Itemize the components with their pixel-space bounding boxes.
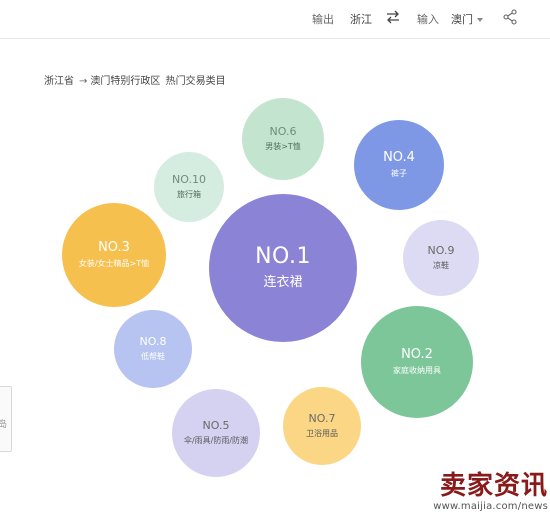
bubble-rank: NO.9 [427,243,455,257]
bubble-rank: NO.4 [383,149,415,165]
watermark-url: www.maijia.com/news [433,501,548,512]
bubble-rank-6[interactable]: NO.6 男装>T恤 [242,98,324,180]
bubble-rank: NO.2 [401,346,433,362]
bubble-category: 低帮鞋 [141,351,165,361]
bubble-category: 女装/女士精品>T恤 [78,258,150,268]
bubble-rank-7[interactable]: NO.7 卫浴用品 [283,387,361,465]
bubble-rank-4[interactable]: NO.4 裤子 [354,120,444,210]
side-panel-label: 岛 [0,420,8,430]
bubble-rank-1[interactable]: NO.1 连衣裙 [209,194,357,342]
top-toolbar: 输出 浙江 输入 澳门 [0,0,550,39]
destination-value: 澳门 [451,13,473,26]
bubble-rank-10[interactable]: NO.10 旅行箱 [154,152,224,222]
bubble-category: 凉鞋 [433,260,449,270]
bubble-rank: NO.10 [172,172,206,186]
side-panel-stub[interactable]: 岛 [0,386,12,452]
bubble-category: 伞/雨具/防雨/防潮 [183,435,249,445]
origin-selector[interactable]: 浙江 [350,11,372,27]
bubble-rank-2[interactable]: NO.2 家庭收纳用具 [361,306,473,418]
breadcrumb: 浙江省 → 澳门特别行政区 热门交易类目 [44,72,228,87]
watermark: 卖家资讯 www.maijia.com/news [412,473,548,512]
breadcrumb-title: 热门交易类目 [165,76,226,87]
export-label: 输出 [312,13,334,26]
bubble-category: 家庭收纳用具 [393,365,441,375]
breadcrumb-arrow: → [79,76,88,87]
bubble-rank-8[interactable]: NO.8 低帮鞋 [114,310,192,388]
bubble-rank: NO.5 [202,418,230,432]
bubble-rank: NO.7 [308,411,336,425]
bubble-rank-3[interactable]: NO.3 女装/女士精品>T恤 [62,203,166,307]
bubble-rank: NO.6 [269,124,297,138]
bubble-rank-5[interactable]: NO.5 伞/雨具/防雨/防潮 [172,389,260,477]
chevron-down-icon [477,18,483,22]
watermark-title: 卖家资讯 [439,471,548,501]
breadcrumb-origin: 浙江省 [44,76,74,87]
bubble-rank: NO.8 [139,334,167,348]
bubble-category: 连衣裙 [263,275,303,291]
destination-selector[interactable]: 澳门 [451,11,483,27]
share-icon[interactable] [502,9,518,25]
bubble-rank: NO.3 [98,239,130,255]
breadcrumb-destination: 澳门特别行政区 [90,76,161,87]
bubble-category: 旅行箱 [177,189,201,199]
input-label: 输入 [417,13,439,26]
swap-arrows-icon[interactable] [385,9,401,25]
bubble-category: 卫浴用品 [306,428,338,438]
bubble-rank-9[interactable]: NO.9 凉鞋 [403,220,479,296]
bubble-category: 男装>T恤 [265,141,301,151]
bubble-rank: NO.1 [255,243,311,269]
bubble-category: 裤子 [391,168,407,178]
